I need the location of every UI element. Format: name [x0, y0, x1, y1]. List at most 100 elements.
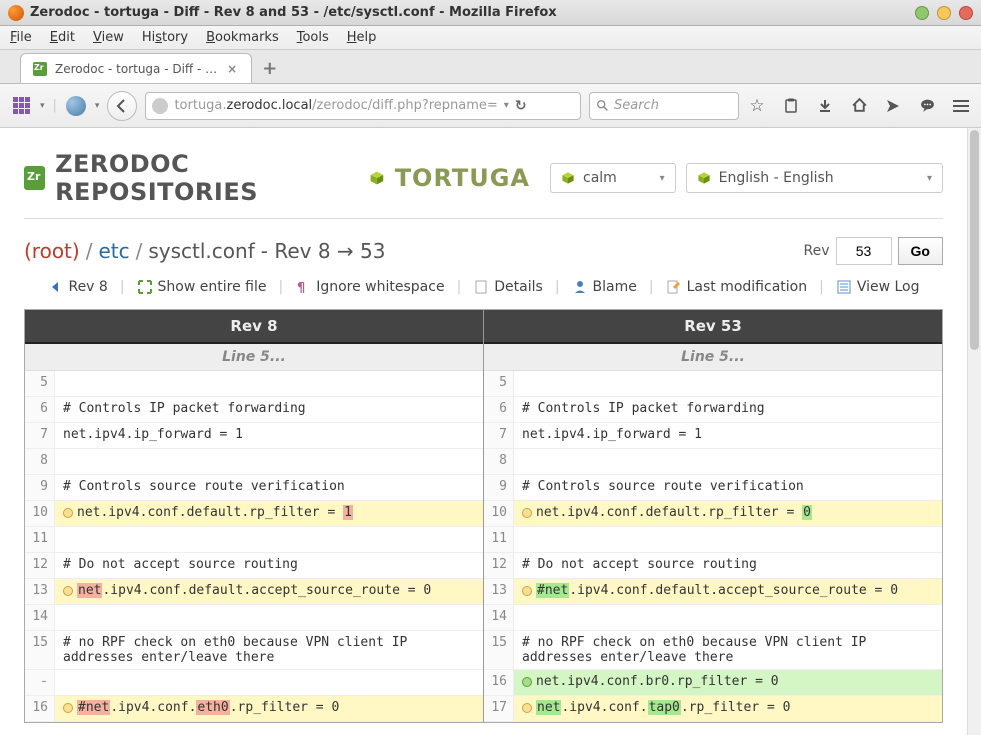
code-cell	[514, 527, 942, 552]
cube-icon	[561, 171, 575, 185]
diff-row: 11	[25, 527, 483, 553]
diff-row: 8	[25, 449, 483, 475]
menu-tools[interactable]: Tools	[297, 30, 329, 45]
page-edit-icon	[666, 279, 682, 295]
menu-file[interactable]: File	[10, 30, 32, 45]
firefox-icon	[8, 5, 24, 21]
toolbar-icons: ☆	[747, 96, 971, 116]
close-button[interactable]	[959, 6, 973, 20]
line-number: 12	[484, 553, 514, 578]
hamburger-menu-icon[interactable]	[951, 96, 971, 116]
window-buttons	[915, 6, 973, 20]
code-cell: # no RPF check on eth0 because VPN clien…	[514, 631, 942, 669]
page-content: ZERODOC REPOSITORIES TORTUGA calm ▾ Engl…	[0, 128, 967, 735]
diff-row: 11	[484, 527, 942, 553]
reload-icon[interactable]: ↻	[515, 98, 527, 114]
send-icon[interactable]	[883, 96, 903, 116]
tab-close-icon[interactable]: ×	[225, 62, 239, 76]
theme-select[interactable]: calm ▾	[550, 163, 676, 193]
bookmark-star-icon[interactable]: ☆	[747, 96, 767, 116]
maximize-button[interactable]	[937, 6, 951, 20]
diff-row: 9# Controls source route verification	[25, 475, 483, 501]
code-cell: # Controls IP packet forwarding	[55, 397, 483, 422]
line-number: 9	[25, 475, 55, 500]
action-blame[interactable]: Blame	[572, 279, 637, 295]
line-number: 16	[25, 696, 55, 721]
apps-dropdown-icon[interactable]: ▾	[40, 101, 45, 111]
action-ignore-whitespace[interactable]: ¶ Ignore whitespace	[295, 279, 444, 295]
code-cell: net.ipv4.conf.default.rp_filter = 0	[514, 501, 942, 526]
action-bar: Rev 8 | Show entire file | ¶ Ignore whit…	[24, 279, 943, 295]
menu-edit[interactable]: Edit	[50, 30, 75, 45]
language-select[interactable]: English - English ▾	[686, 163, 943, 193]
url-dropdown-icon[interactable]: ▾	[504, 100, 509, 111]
diff-left-line-header: Line 5...	[25, 344, 483, 371]
browser-tab[interactable]: Zerodoc - tortuga - Diff - … ×	[20, 53, 252, 83]
action-details[interactable]: Details	[473, 279, 543, 295]
globe-dropdown-icon[interactable]: ▾	[95, 101, 100, 111]
line-number: -	[25, 670, 55, 695]
action-rev8[interactable]: Rev 8	[47, 279, 107, 295]
page-icon	[473, 279, 489, 295]
url-bar[interactable]: tortuga.zerodoc.local/zerodoc/diff.php?r…	[145, 92, 581, 120]
back-button[interactable]	[107, 91, 137, 121]
identity-icon[interactable]	[152, 98, 168, 114]
chat-icon[interactable]	[917, 96, 937, 116]
list-icon	[836, 279, 852, 295]
diff-row: 8	[484, 449, 942, 475]
menu-help[interactable]: Help	[347, 30, 377, 45]
window-titlebar: Zerodoc - tortuga - Diff - Rev 8 and 53 …	[0, 0, 981, 26]
line-number: 8	[25, 449, 55, 474]
new-tab-button[interactable]: +	[262, 58, 277, 83]
line-number: 6	[484, 397, 514, 422]
breadcrumb-file[interactable]: sysctl.conf	[148, 239, 254, 263]
scrollbar-thumb[interactable]	[970, 130, 979, 350]
action-show-entire-file[interactable]: Show entire file	[137, 279, 267, 295]
zerodoc-logo-icon	[24, 166, 45, 190]
divider	[24, 218, 943, 219]
apps-grid-icon[interactable]	[10, 95, 32, 117]
line-number: 12	[25, 553, 55, 578]
theme-value: calm	[583, 170, 617, 186]
code-cell: # Controls IP packet forwarding	[514, 397, 942, 422]
action-last-modification[interactable]: Last modification	[666, 279, 808, 295]
menu-history[interactable]: History	[142, 30, 188, 45]
diff-right-pane: Rev 53 Line 5... 56# Controls IP packet …	[484, 310, 942, 722]
diff-row: 7net.ipv4.ip_forward = 1	[25, 423, 483, 449]
breadcrumb-root[interactable]: (root)	[24, 239, 80, 263]
menu-bookmarks[interactable]: Bookmarks	[206, 30, 279, 45]
line-number: 10	[484, 501, 514, 526]
globe-icon[interactable]	[65, 95, 87, 117]
person-icon	[572, 279, 588, 295]
downloads-icon[interactable]	[815, 96, 835, 116]
code-cell	[55, 527, 483, 552]
code-cell: # Do not accept source routing	[514, 553, 942, 578]
code-cell: # Do not accept source routing	[55, 553, 483, 578]
rev-input[interactable]	[836, 237, 892, 265]
tab-favicon	[33, 62, 47, 76]
line-number: 11	[484, 527, 514, 552]
diff-row: 16net.ipv4.conf.br0.rp_filter = 0	[484, 670, 942, 696]
breadcrumb-etc[interactable]: etc	[98, 239, 129, 263]
cube-icon	[369, 169, 385, 187]
line-number: 15	[25, 631, 55, 669]
line-number: 10	[25, 501, 55, 526]
code-cell: net.ipv4.conf.tap0.rp_filter = 0	[514, 696, 942, 721]
action-view-log[interactable]: View Log	[836, 279, 920, 295]
tabbar: Zerodoc - tortuga - Diff - … × +	[0, 50, 981, 84]
search-bar[interactable]: Search	[589, 92, 739, 120]
minimize-button[interactable]	[915, 6, 929, 20]
diff-right-line-header: Line 5...	[484, 344, 942, 371]
menu-view[interactable]: View	[93, 30, 124, 45]
diff-row: 12# Do not accept source routing	[25, 553, 483, 579]
code-cell: # Controls source route verification	[514, 475, 942, 500]
path-bar: (root)/etc/sysctl.conf - Rev 8 → 53 Rev …	[24, 237, 943, 265]
scrollbar[interactable]	[967, 128, 981, 735]
diff-row: 5	[25, 371, 483, 397]
code-cell: net.ipv4.ip_forward = 1	[55, 423, 483, 448]
go-button[interactable]: Go	[898, 237, 943, 265]
window-title: Zerodoc - tortuga - Diff - Rev 8 and 53 …	[30, 5, 915, 20]
home-icon[interactable]	[849, 96, 869, 116]
triangle-left-icon	[47, 279, 63, 295]
clipboard-icon[interactable]	[781, 96, 801, 116]
